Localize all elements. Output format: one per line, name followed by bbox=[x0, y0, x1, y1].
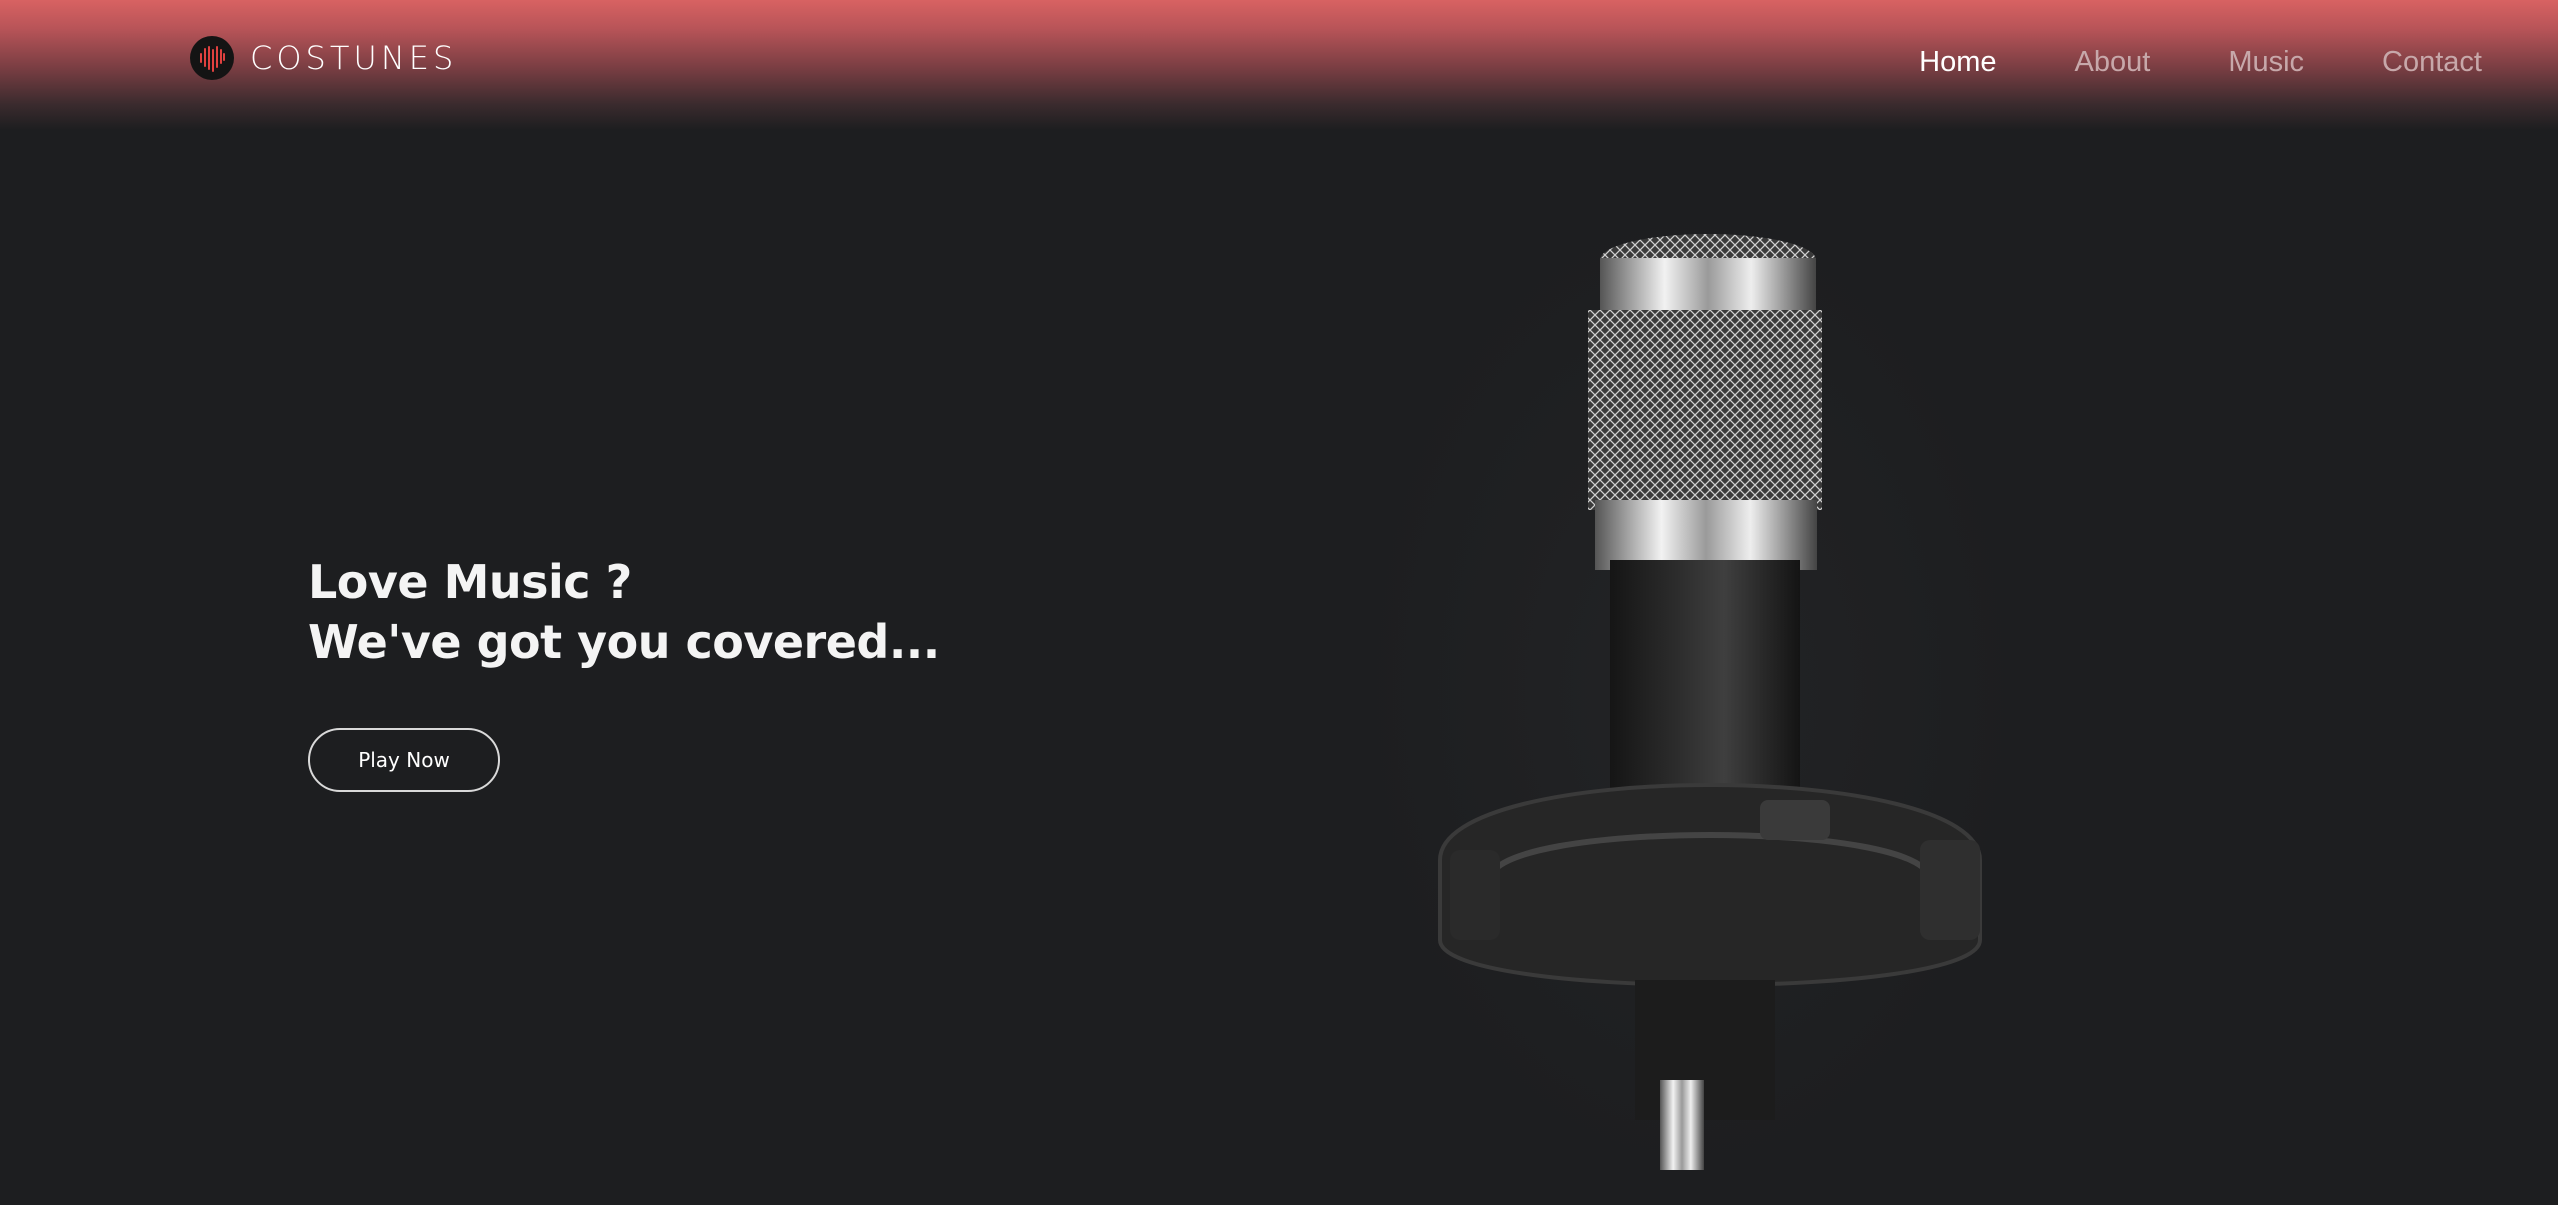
landing-page: COSTUNES Home About Music Contact Love M… bbox=[0, 0, 2558, 1205]
nav-item-home[interactable]: Home bbox=[1919, 46, 1996, 79]
header-bar: COSTUNES Home About Music Contact bbox=[0, 0, 2558, 130]
soundwave-heart-icon bbox=[190, 36, 234, 80]
play-now-button[interactable]: Play Now bbox=[308, 728, 500, 792]
hero-section: Love Music ? We've got you covered... Pl… bbox=[308, 552, 940, 792]
hero-headline-line1: Love Music ? bbox=[308, 555, 632, 609]
nav-item-music[interactable]: Music bbox=[2228, 46, 2304, 79]
microphone-icon bbox=[1360, 200, 2020, 1180]
nav-item-contact[interactable]: Contact bbox=[2382, 46, 2482, 79]
brand-name: COSTUNES bbox=[250, 39, 458, 77]
hero-headline-line2: We've got you covered... bbox=[308, 615, 940, 669]
nav-item-about[interactable]: About bbox=[2075, 46, 2151, 79]
brand[interactable]: COSTUNES bbox=[190, 36, 457, 80]
main-nav: Home About Music Contact bbox=[1919, 46, 2482, 79]
